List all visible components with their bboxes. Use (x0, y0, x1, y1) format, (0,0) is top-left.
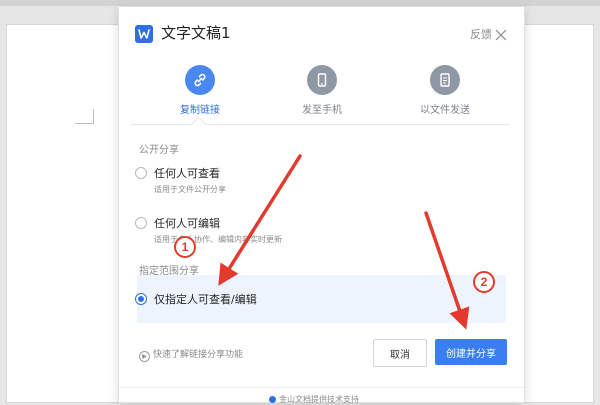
radio-button[interactable] (135, 167, 147, 179)
dialog-title: 文字文稿1 (161, 24, 231, 42)
phone-icon (307, 65, 337, 95)
public-share-label: 公开分享 (139, 145, 179, 156)
create-and-share-button[interactable]: 创建并分享 (435, 339, 507, 365)
file-icon (430, 65, 460, 95)
option-description: 适用于多人协作、编辑内容实时更新 (154, 235, 282, 244)
provider-text: 金山文档提供技术支持 (279, 395, 359, 404)
link-icon (185, 65, 215, 95)
tab-copy-link[interactable]: 复制链接 (145, 65, 255, 116)
margin-corner-mark (75, 109, 94, 124)
tab-label: 以文件发送 (420, 105, 470, 116)
active-tab-pointer (190, 116, 207, 133)
wps-writer-icon (135, 25, 153, 43)
option-title: 任何人可查看 (154, 167, 220, 180)
close-icon[interactable] (495, 26, 509, 41)
radio-button-selected[interactable] (135, 293, 147, 305)
option-description: 适用于文件公开分享 (154, 185, 226, 194)
feedback-link[interactable]: 反馈 (470, 26, 492, 42)
cancel-button[interactable]: 取消 (373, 339, 427, 367)
share-dialog: 文字文稿1 反馈 复制链接 发至手机 以文件发送 公开分享 任何人可查看 适用于… (118, 6, 525, 405)
radio-button[interactable] (135, 217, 147, 229)
provider-note: 金山文档提供技术支持 (269, 394, 359, 405)
tab-label: 发至手机 (302, 105, 342, 116)
play-icon: ▶ (139, 351, 150, 362)
footer-divider (119, 387, 524, 388)
tab-send-as-file[interactable]: 以文件发送 (390, 65, 500, 116)
help-link[interactable]: ▶ 快速了解链接分享功能 (139, 347, 243, 362)
tab-label: 复制链接 (180, 105, 220, 116)
help-link-text: 快速了解链接分享功能 (153, 350, 244, 360)
option-title: 任何人可编辑 (154, 217, 220, 230)
tab-send-to-phone[interactable]: 发至手机 (267, 65, 377, 116)
kdocs-logo-icon (269, 396, 276, 403)
tab-divider (131, 124, 510, 125)
option-title: 仅指定人可查看/编辑 (154, 293, 257, 306)
